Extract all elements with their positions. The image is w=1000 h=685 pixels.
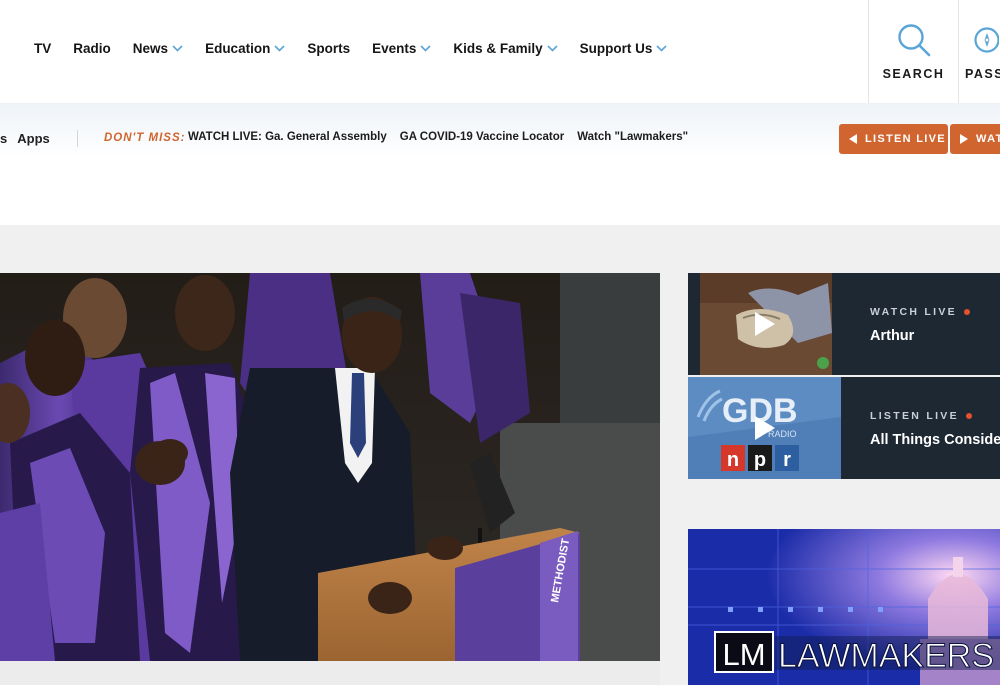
lawmakers-title: LAWMAKERS bbox=[778, 637, 994, 675]
passport-button[interactable]: PASS bbox=[958, 0, 1000, 103]
nav-item-label: Radio bbox=[73, 40, 111, 56]
dont-miss-link[interactable]: GA COVID-19 Vaccine Locator bbox=[400, 131, 564, 143]
search-icon bbox=[897, 24, 930, 57]
watch-live-label: WAT bbox=[976, 133, 1000, 145]
dont-miss-label: DON'T MISS: bbox=[104, 132, 186, 144]
dont-miss-link[interactable]: Watch "Lawmakers" bbox=[577, 131, 688, 143]
chevron-down-icon bbox=[547, 44, 558, 52]
secondary-bar: s Apps DON'T MISS: WATCH LIVE: Ga. Gener… bbox=[0, 103, 1000, 225]
nav-item-label: Kids & Family bbox=[453, 40, 543, 56]
search-button[interactable]: SEARCH bbox=[868, 0, 958, 103]
nav-item-label: Events bbox=[372, 40, 417, 56]
nav-item-label: TV bbox=[34, 40, 52, 56]
live-title: Arthur bbox=[870, 328, 915, 344]
nav-item-sports[interactable]: Sports bbox=[307, 41, 350, 56]
listen-live-button[interactable]: LISTEN LIVE bbox=[839, 124, 948, 154]
content-footer bbox=[0, 661, 660, 685]
live-label: LISTEN LIVE bbox=[870, 410, 959, 422]
live-label: WATCH LIVE bbox=[870, 306, 957, 318]
watch-live-button[interactable]: WAT bbox=[950, 124, 1000, 154]
divider bbox=[77, 130, 78, 147]
hero-photo: METHODIST bbox=[0, 273, 660, 661]
nav-item-label: Education bbox=[205, 40, 271, 56]
live-status: LISTEN LIVE bbox=[870, 410, 1000, 422]
live-title: All Things Considered bbox=[870, 432, 1000, 448]
nav-item-kids-family[interactable]: Kids & Family bbox=[453, 40, 558, 56]
nav-item-news[interactable]: News bbox=[133, 41, 183, 56]
live-buttons: LISTEN LIVE WAT bbox=[839, 124, 1000, 154]
play-icon bbox=[755, 416, 775, 440]
nav-item-radio[interactable]: Radio bbox=[73, 41, 111, 56]
play-left-icon bbox=[849, 134, 857, 144]
nav-item-label: Support Us bbox=[579, 40, 653, 56]
play-icon bbox=[960, 134, 968, 144]
listen-live-label: LISTEN LIVE bbox=[865, 133, 946, 145]
dont-miss-links: WATCH LIVE: Ga. General Assembly GA COVI… bbox=[188, 131, 701, 143]
chevron-down-icon bbox=[274, 44, 285, 52]
lawmakers-banner: LM LAWMAKERS bbox=[688, 529, 1000, 685]
live-dot-icon bbox=[963, 309, 970, 315]
npr-letter: n bbox=[727, 449, 739, 471]
nav-item-tv[interactable]: TV bbox=[34, 41, 51, 56]
npr-letter: r bbox=[783, 449, 791, 471]
gdb-npr-thumbnail: GDB RADIO n p r bbox=[688, 377, 841, 479]
search-label: SEARCH bbox=[882, 67, 945, 81]
nav-item-events[interactable]: Events bbox=[372, 41, 431, 56]
hero-image[interactable]: METHODIST bbox=[0, 273, 660, 661]
chevron-down-icon bbox=[172, 44, 183, 52]
chevron-down-icon bbox=[656, 44, 667, 52]
passport-compass-icon bbox=[974, 27, 999, 53]
sub-nav: s Apps bbox=[0, 131, 50, 146]
lawmakers-promo[interactable]: LM LAWMAKERS bbox=[688, 529, 1000, 685]
lawmakers-logo-mark: LM bbox=[722, 637, 765, 672]
play-icon bbox=[755, 312, 775, 336]
arthur-thumbnail bbox=[688, 273, 841, 375]
live-status: WATCH LIVE bbox=[870, 306, 970, 318]
passport-label: PASS bbox=[965, 67, 1000, 81]
chevron-down-icon bbox=[420, 44, 431, 52]
dont-miss-link[interactable]: WATCH LIVE: Ga. General Assembly bbox=[188, 131, 387, 143]
nav-utilities: SEARCH PASS bbox=[868, 0, 1000, 103]
live-dot-icon bbox=[965, 413, 972, 419]
main-menu: TV Radio News Education Sports Events Ki… bbox=[34, 38, 689, 58]
nav-item-education[interactable]: Education bbox=[205, 41, 285, 56]
npr-letter: p bbox=[754, 449, 766, 471]
nav-item-label: News bbox=[132, 40, 169, 56]
apps-link[interactable]: Apps bbox=[17, 131, 50, 146]
nav-item-label: Sports bbox=[307, 40, 351, 56]
listen-live-card[interactable]: GDB RADIO n p r LISTEN LIVE All Things C… bbox=[688, 377, 1000, 479]
watch-live-card[interactable]: WATCH LIVE Arthur bbox=[688, 273, 1000, 375]
top-navigation: TV Radio News Education Sports Events Ki… bbox=[0, 0, 1000, 103]
sub-nav-item-partial[interactable]: s bbox=[0, 131, 7, 146]
nav-item-support-us[interactable]: Support Us bbox=[580, 41, 668, 56]
